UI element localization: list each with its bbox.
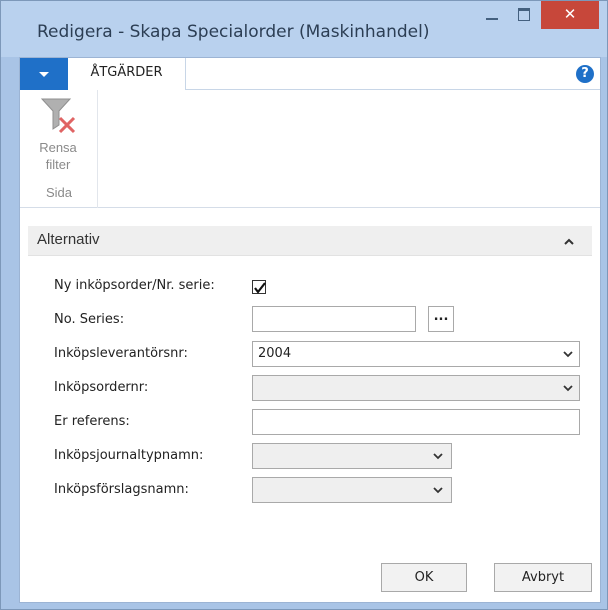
tab-actions[interactable]: ÅTGÄRDER xyxy=(68,58,186,90)
your-reference-input[interactable] xyxy=(252,409,580,435)
ribbon-group-page: Rensa filter Sida xyxy=(20,90,98,208)
title-bar[interactable]: Redigera - Skapa Specialorder (Maskinhan… xyxy=(1,1,607,57)
clear-filter-icon xyxy=(40,98,76,134)
clear-filter-label-line1: Rensa xyxy=(39,140,77,155)
no-series-input[interactable] xyxy=(252,306,416,332)
close-icon: ✕ xyxy=(563,5,577,23)
close-button[interactable]: ✕ xyxy=(541,1,599,29)
vendor-no-value: 2004 xyxy=(258,346,292,361)
clear-filter-label-line2: filter xyxy=(45,157,71,172)
section-header-options[interactable]: Alternativ xyxy=(28,226,592,256)
your-reference-label: Er referens: xyxy=(54,414,130,429)
maximize-button[interactable] xyxy=(509,1,539,29)
help-icon[interactable]: ? xyxy=(576,65,594,83)
clear-filter-button[interactable]: Rensa filter xyxy=(24,94,92,182)
order-no-label: Inköpsordernr: xyxy=(54,380,149,395)
chevron-up-icon[interactable] xyxy=(564,237,574,247)
window-title: Redigera - Skapa Specialorder (Maskinhan… xyxy=(37,22,430,42)
section-title: Alternativ xyxy=(37,231,100,248)
worksheet-select[interactable] xyxy=(252,477,452,503)
checkmark-icon xyxy=(254,282,266,294)
ok-button[interactable]: OK xyxy=(381,563,467,592)
order-no-select[interactable] xyxy=(252,375,580,401)
journal-template-label: Inköpsjournaltypnamn: xyxy=(54,448,204,463)
vendor-no-label: Inköpsleverantörsnr: xyxy=(54,346,188,361)
worksheet-label: Inköpsförslagsnamn: xyxy=(54,482,189,497)
dialog-window: Redigera - Skapa Specialorder (Maskinhan… xyxy=(0,0,608,610)
application-menu-button[interactable] xyxy=(20,58,68,90)
ribbon-group-label: Sida xyxy=(45,185,73,200)
chevron-down-icon xyxy=(433,453,443,460)
no-series-label: No. Series: xyxy=(54,312,125,327)
dialog-content: ÅTGÄRDER ? Rensa filter Sida Alternativ xyxy=(19,57,601,603)
new-order-label: Ny inköpsorder/Nr. serie: xyxy=(54,278,215,293)
chevron-down-icon xyxy=(433,487,443,494)
minimize-button[interactable] xyxy=(477,1,507,29)
journal-template-select[interactable] xyxy=(252,443,452,469)
chevron-down-icon xyxy=(563,385,573,392)
vendor-no-select[interactable]: 2004 xyxy=(252,341,580,367)
chevron-down-icon xyxy=(563,351,573,358)
ribbon-panel: Rensa filter Sida xyxy=(20,90,600,208)
no-series-lookup-button[interactable]: ... xyxy=(428,306,454,332)
cancel-button[interactable]: Avbryt xyxy=(494,563,592,592)
ribbon-tab-bar: ÅTGÄRDER ? xyxy=(20,58,600,90)
new-order-checkbox[interactable] xyxy=(252,280,266,294)
